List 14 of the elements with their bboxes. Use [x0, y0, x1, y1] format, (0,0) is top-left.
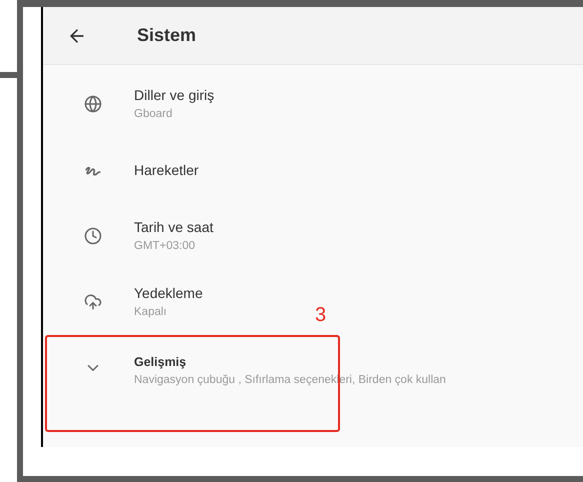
cloud-upload-icon	[84, 293, 102, 311]
globe-icon	[84, 95, 102, 113]
item-title[interactable]: Yedekleme	[134, 282, 203, 304]
step-number: 3	[315, 305, 326, 325]
screen-title: Sistem	[137, 24, 196, 47]
clock-icon	[84, 227, 102, 245]
gesture-icon	[84, 164, 100, 176]
item-subtitle: Kapalı	[134, 304, 168, 320]
item-subtitle: GMT+03:00	[134, 238, 196, 254]
item-subtitle: Gboard	[134, 106, 174, 122]
item-title[interactable]: Tarih ve saat	[134, 216, 214, 238]
item-title[interactable]: Hareketler	[134, 160, 199, 180]
item-title[interactable]: Gelişmiş	[134, 353, 446, 372]
item-title[interactable]: Diller ve giriş	[134, 84, 214, 106]
